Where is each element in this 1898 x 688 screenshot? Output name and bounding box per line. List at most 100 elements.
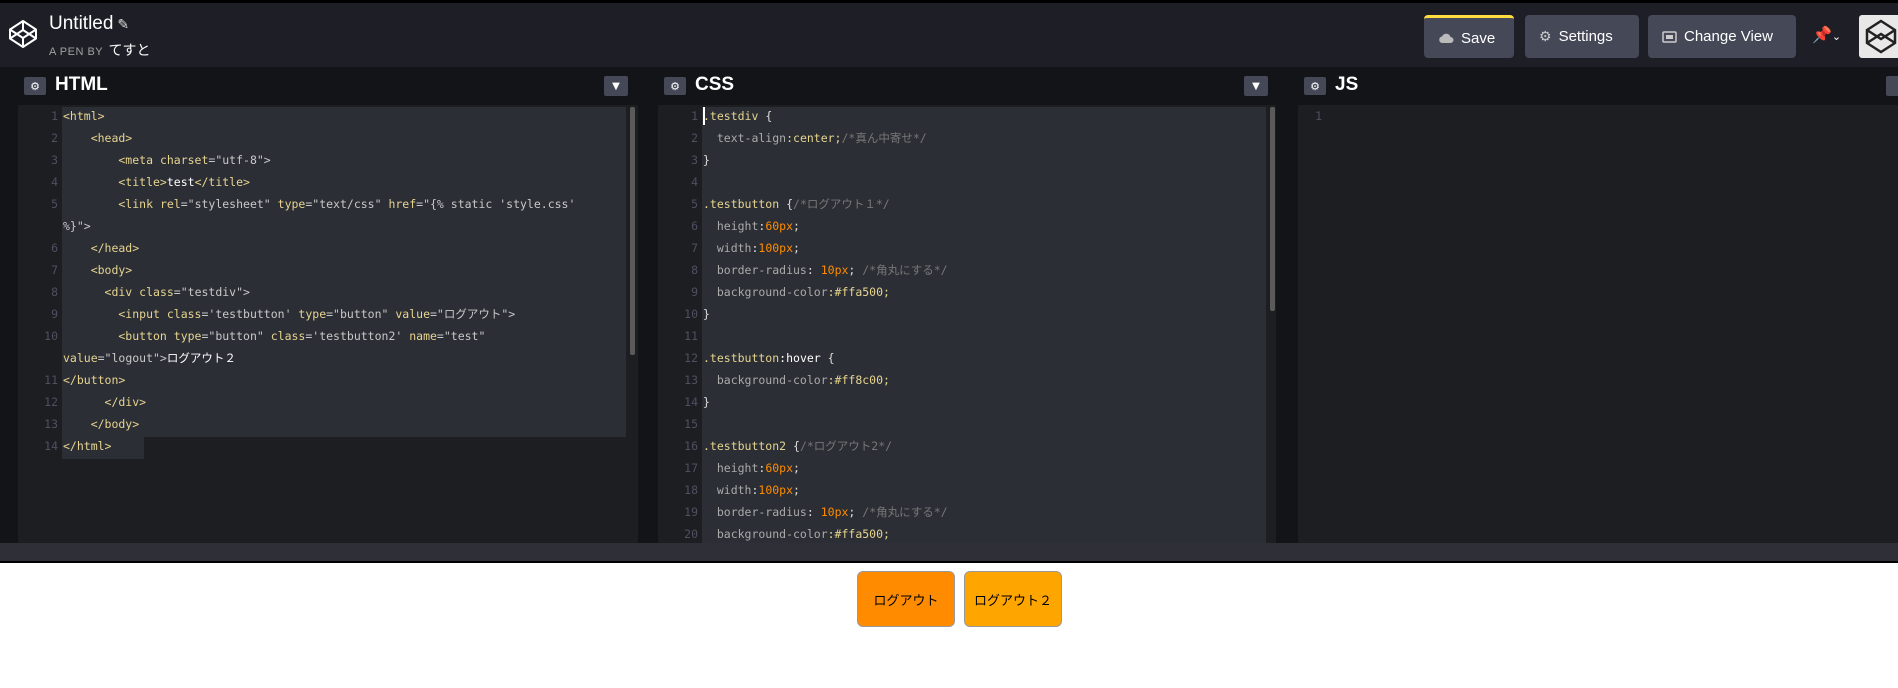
js-editor-pane: ⚙ JS 1 (1298, 67, 1898, 543)
line-number: 2 (691, 131, 698, 145)
result-preview: ログアウト ログアウト２ (0, 563, 1898, 688)
line-number: 10 (44, 329, 58, 343)
text-cursor (703, 107, 705, 125)
codepen-logo-icon[interactable] (7, 18, 39, 50)
code-line: %}"> (63, 219, 91, 233)
code-line: <link rel="stylesheet" type="text/css" h… (63, 197, 576, 211)
cloud-icon (1438, 33, 1454, 44)
line-number: 10 (684, 307, 698, 321)
line-number: 8 (51, 285, 58, 299)
line-number: 9 (51, 307, 58, 321)
pin-icon: 📌 (1812, 25, 1832, 44)
html-scrollbar[interactable] (630, 107, 635, 355)
top-bar: Untitled ✎ A PEN BY てすと Save ⚙ Settings C… (0, 0, 1898, 67)
save-button[interactable]: Save (1424, 15, 1514, 58)
change-view-icon (1662, 30, 1677, 43)
line-number: 14 (44, 439, 58, 453)
code-line: <div class="testdiv"> (63, 285, 250, 299)
line-number: 15 (684, 417, 698, 431)
line-number: 18 (684, 483, 698, 497)
line-number: 4 (51, 175, 58, 189)
line-number: 19 (684, 505, 698, 519)
line-number: 5 (51, 197, 58, 211)
save-label: Save (1461, 29, 1496, 47)
line-number: 1 (51, 109, 58, 123)
html-pane-header: ⚙ HTML ▼ (18, 67, 638, 105)
code-line: <title>test</title> (63, 175, 250, 189)
code-line: .testbutton:hover { (703, 351, 835, 365)
css-settings-gear-icon[interactable]: ⚙ (664, 77, 686, 95)
code-line: .testbutton {/*ログアウト１*/ (703, 197, 890, 211)
html-pane-title: HTML (55, 74, 108, 95)
code-line: .testbutton2 {/*ログアウト2*/ (703, 439, 893, 453)
code-line: <meta charset="utf-8"> (63, 153, 271, 167)
code-line: value="logout">ログアウト２ (63, 351, 236, 365)
code-line: border-radius: 10px; /*角丸にする*/ (703, 263, 948, 277)
html-settings-gear-icon[interactable]: ⚙ (24, 77, 46, 95)
logout-button-2[interactable]: ログアウト２ (964, 571, 1062, 627)
line-number: 2 (51, 131, 58, 145)
line-number: 11 (44, 373, 58, 387)
code-line: <input class='testbutton' type="button" … (63, 307, 516, 321)
pencil-icon[interactable]: ✎ (117, 16, 129, 32)
code-line: background-color:#ffa500; (703, 527, 890, 541)
code-line: } (703, 395, 710, 409)
code-line: height:60px; (703, 219, 800, 233)
pen-title[interactable]: Untitled ✎ (49, 13, 129, 35)
code-line: border-radius: 10px; /*角丸にする*/ (703, 505, 948, 519)
line-number: 6 (51, 241, 58, 255)
resize-divider[interactable] (0, 543, 1898, 563)
line-number: 6 (691, 219, 698, 233)
editor-area: ⚙ HTML ▼ 1 2 3 4 5 6 7 8 9 10 11 12 13 1… (0, 67, 1898, 543)
gear-icon: ⚙ (1539, 28, 1552, 44)
settings-button[interactable]: ⚙ Settings (1525, 15, 1639, 58)
logout-button-1[interactable]: ログアウト (857, 571, 955, 627)
byline-prefix: A PEN BY (49, 46, 103, 58)
html-collapse-chevron-icon[interactable]: ▼ (604, 76, 628, 96)
line-number: 14 (684, 395, 698, 409)
code-line: <head> (63, 131, 133, 145)
line-number: 12 (44, 395, 58, 409)
code-line: width:100px; (703, 483, 800, 497)
code-line: </button> (63, 373, 126, 387)
line-number: 8 (691, 263, 698, 277)
line-number: 11 (684, 329, 698, 343)
js-pane-header: ⚙ JS (1298, 67, 1898, 105)
line-number: 3 (51, 153, 58, 167)
pen-title-text[interactable]: Untitled (49, 13, 113, 34)
css-pane-title: CSS (695, 74, 735, 95)
line-number: 5 (691, 197, 698, 211)
pin-menu-button[interactable]: 📌⌄ (1812, 25, 1841, 44)
html-code-editor[interactable]: 1 2 3 4 5 6 7 8 9 10 11 12 13 14 <html> … (18, 105, 638, 543)
css-code-editor[interactable]: 1 2 3 4 5 6 7 8 9 10 11 12 13 14 15 16 1… (658, 105, 1276, 543)
change-view-label: Change View (1684, 28, 1773, 45)
line-number: 9 (691, 285, 698, 299)
code-line: background-color:#ffa500; (703, 285, 890, 299)
line-number: 17 (684, 461, 698, 475)
author-link[interactable]: てすと (109, 42, 151, 58)
css-scrollbar[interactable] (1270, 107, 1275, 311)
code-line: } (703, 153, 710, 167)
line-number: 7 (691, 241, 698, 255)
js-pane-title: JS (1335, 74, 1359, 95)
change-view-button[interactable]: Change View (1648, 15, 1796, 58)
html-editor-pane: ⚙ HTML ▼ 1 2 3 4 5 6 7 8 9 10 11 12 13 1… (18, 67, 638, 543)
code-line: </body> (63, 417, 140, 431)
code-line: height:60px; (703, 461, 800, 475)
code-line: <button type="button" class='testbutton2… (63, 329, 486, 343)
js-collapse-chevron-icon[interactable] (1886, 76, 1898, 96)
code-line: </head> (63, 241, 140, 255)
js-code-editor[interactable]: 1 (1298, 105, 1898, 543)
code-line: </div> (63, 395, 147, 409)
settings-label: Settings (1558, 28, 1613, 45)
js-settings-gear-icon[interactable]: ⚙ (1304, 77, 1326, 95)
code-line: .testdiv { (703, 109, 773, 123)
chevron-down-icon: ⌄ (1831, 30, 1842, 43)
line-number: 13 (684, 373, 698, 387)
line-number: 12 (684, 351, 698, 365)
line-number: 1 (1315, 109, 1322, 123)
avatar[interactable] (1859, 15, 1898, 58)
pen-byline: A PEN BY てすと (49, 40, 151, 60)
css-collapse-chevron-icon[interactable]: ▼ (1244, 76, 1268, 96)
line-number: 13 (44, 417, 58, 431)
